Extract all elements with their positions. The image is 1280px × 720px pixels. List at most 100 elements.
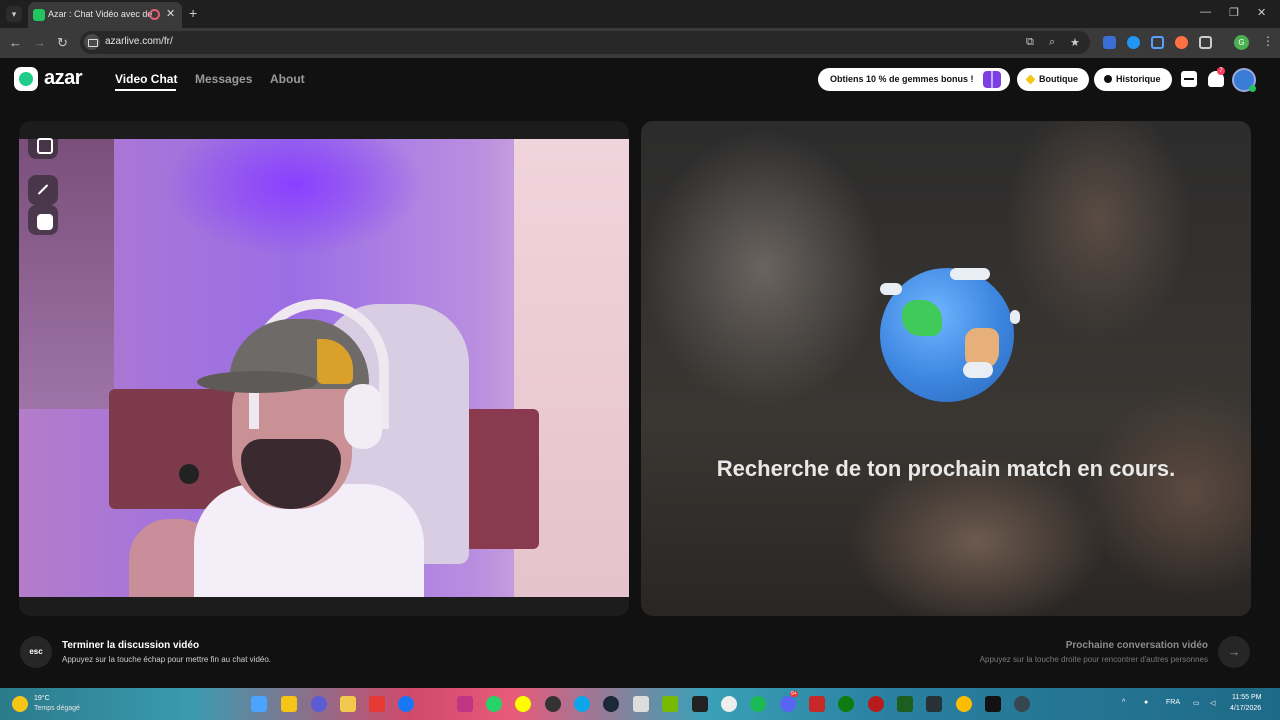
nav-about[interactable]: About	[270, 72, 305, 86]
app-icon[interactable]	[1014, 696, 1030, 712]
taskbar-time[interactable]: 11:55 PM	[1232, 694, 1261, 701]
end-chat-esc-button[interactable]: esc	[20, 636, 52, 668]
chrome-icon[interactable]	[956, 696, 972, 712]
globe-cloud	[963, 362, 993, 378]
boutique-button[interactable]: Boutique	[1017, 68, 1089, 91]
extension-blue-icon[interactable]	[1127, 36, 1140, 49]
active-nav-underline	[115, 89, 176, 91]
edge-icon[interactable]	[574, 696, 590, 712]
searching-status-text: Recherche de ton prochain match en cours…	[716, 456, 1176, 481]
nav-video-chat[interactable]: Video Chat	[115, 72, 177, 86]
media-player-icon[interactable]	[868, 696, 884, 712]
site-info-icon[interactable]	[84, 34, 100, 50]
taskbar-date[interactable]: 4/17/2026	[1230, 705, 1261, 712]
profile-avatar[interactable]: G	[1234, 35, 1249, 50]
browser-tab[interactable]: Azar : Chat Vidéo avec de n ✕	[28, 2, 182, 28]
face-filter-icon[interactable]	[28, 205, 58, 235]
app-icon[interactable]	[281, 696, 297, 712]
notification-badge: 7	[1217, 67, 1225, 75]
clock-icon	[1104, 75, 1112, 83]
app-icon[interactable]	[926, 696, 942, 712]
browser-tab-strip: ▾ Azar : Chat Vidéo avec de n ✕ + — ❐ ✕	[0, 0, 1280, 28]
browser-menu-icon[interactable]: ⋮	[1262, 34, 1274, 48]
gem-bonus-promo-button[interactable]: Obtiens 10 % de gemmes bonus !	[818, 68, 1010, 91]
app-icon[interactable]	[985, 696, 1001, 712]
bookmark-star-icon[interactable]: ★	[1070, 36, 1080, 49]
youtube-icon[interactable]	[369, 696, 385, 712]
forward-arrow-icon[interactable]: →	[33, 35, 46, 50]
globe-cloud	[1010, 310, 1020, 324]
extension-wave-icon[interactable]	[1151, 36, 1164, 49]
browser-toolbar: ← → ↻ azarlive.com/fr/ ⧉ ⌕ ★ G ⋮	[0, 28, 1280, 58]
app-icon[interactable]	[897, 696, 913, 712]
zoom-icon[interactable]: ⌕	[1049, 36, 1055, 49]
recording-indicator-icon	[149, 9, 160, 20]
url-text[interactable]: azarlive.com/fr/	[105, 36, 173, 47]
end-chat-subtitle: Appuyez sur la touche échap pour mettre …	[62, 655, 272, 664]
back-arrow-icon[interactable]: ←	[9, 35, 22, 50]
snapchat-icon[interactable]	[515, 696, 531, 712]
match-video-panel: Recherche de ton prochain match en cours…	[641, 121, 1251, 616]
extensions-puzzle-icon[interactable]	[1199, 36, 1212, 49]
user-avatar[interactable]	[1232, 68, 1256, 92]
microphone-icon[interactable]: ●	[1144, 699, 1148, 706]
tray-chevron-up-icon[interactable]: ^	[1122, 699, 1125, 706]
discord-icon[interactable]	[780, 696, 796, 712]
weather-moon-icon[interactable]	[12, 696, 28, 712]
app-icon[interactable]	[311, 696, 327, 712]
close-tab-icon[interactable]: ✕	[166, 7, 175, 20]
next-chat-subtitle: Appuyez sur la touche droite pour rencon…	[979, 655, 1208, 664]
nvidia-icon[interactable]	[662, 696, 678, 712]
next-chat-title: Prochaine conversation vidéo	[1065, 640, 1208, 651]
globe-cloud	[880, 283, 902, 295]
start-windows-icon[interactable]	[251, 696, 267, 712]
windows-taskbar: 19°C Temps dégagé 9+ ^ ● FRA ▭ ◁ 11:55 P…	[0, 688, 1280, 720]
xbox-icon[interactable]	[838, 696, 854, 712]
language-indicator[interactable]: FRA	[1166, 699, 1180, 706]
close-window-icon[interactable]: ✕	[1257, 6, 1266, 19]
extension-orange-icon[interactable]	[1175, 36, 1188, 49]
new-tab-plus-icon[interactable]: +	[189, 5, 197, 21]
boutique-label: Boutique	[1039, 74, 1078, 84]
instagram-icon[interactable]	[457, 696, 473, 712]
app-icon[interactable]	[545, 696, 561, 712]
install-app-icon[interactable]: ⧉	[1026, 36, 1034, 49]
historique-button[interactable]: Historique	[1094, 68, 1172, 91]
address-bar[interactable]: azarlive.com/fr/ ⧉ ⌕ ★	[80, 31, 1090, 54]
weather-description[interactable]: Temps dégagé	[34, 705, 80, 712]
gem-icon	[1025, 74, 1036, 85]
steam-icon[interactable]	[603, 696, 619, 712]
gift-icon	[983, 71, 1001, 88]
globe-icon	[880, 268, 1020, 402]
effects-wand-icon[interactable]	[28, 175, 58, 205]
maximize-icon[interactable]: ❐	[1229, 6, 1239, 19]
network-icon[interactable]: ▭	[1193, 699, 1200, 707]
end-chat-title: Terminer la discussion vidéo	[62, 640, 200, 651]
headphone-ear	[344, 384, 382, 449]
spotify-icon[interactable]	[750, 696, 766, 712]
promo-label: Obtiens 10 % de gemmes bonus !	[830, 74, 974, 84]
chatgpt-icon[interactable]	[721, 696, 737, 712]
volume-icon[interactable]: ◁	[1210, 699, 1215, 707]
globe-cloud	[950, 268, 990, 280]
historique-label: Historique	[1116, 74, 1161, 84]
app-icon[interactable]	[692, 696, 708, 712]
expand-icon[interactable]	[28, 129, 58, 159]
nav-messages[interactable]: Messages	[195, 72, 252, 86]
whatsapp-icon[interactable]	[486, 696, 502, 712]
minimize-icon[interactable]: —	[1200, 6, 1211, 18]
weather-temperature[interactable]: 19°C	[34, 695, 50, 702]
next-chat-arrow-icon[interactable]: →	[1218, 636, 1250, 668]
translate-extension-icon[interactable]	[1103, 36, 1116, 49]
tab-title: Azar : Chat Vidéo avec de n	[48, 9, 154, 19]
app-icon[interactable]	[809, 696, 825, 712]
tab-search-chevron-down-icon[interactable]: ▾	[6, 6, 22, 22]
azar-app: azar Video Chat Messages About Obtiens 1…	[0, 58, 1280, 688]
store-icon[interactable]	[633, 696, 649, 712]
globe-land-green	[902, 300, 942, 336]
file-explorer-icon[interactable]	[340, 696, 356, 712]
facebook-icon[interactable]	[398, 696, 414, 712]
reload-icon[interactable]: ↻	[57, 35, 68, 51]
inbox-icon[interactable]	[1181, 71, 1197, 87]
logo-text: azar	[44, 67, 83, 89]
